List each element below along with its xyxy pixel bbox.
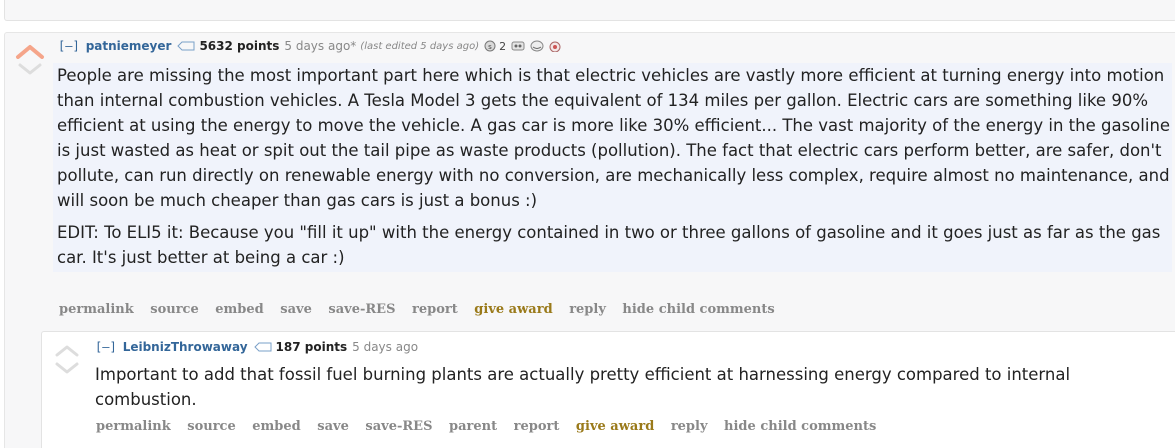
silver-award-icon[interactable]: s — [484, 40, 496, 52]
comment-tagline: [–] patniemeyer 5632 points 5 days ago* … — [58, 39, 565, 53]
comment-paragraph: Important to add that fossil fuel burnin… — [95, 365, 1071, 409]
upvote-arrow-icon[interactable] — [15, 43, 45, 59]
permalink-link[interactable]: permalink — [59, 302, 134, 317]
comment-leibnizthrowaway: [–] LeibnizThrowaway 187 points 5 days a… — [41, 331, 1175, 448]
author-link[interactable]: LeibnizThrowaway — [123, 340, 248, 354]
award-icon-3[interactable] — [548, 40, 562, 52]
save-link[interactable]: save — [317, 419, 349, 434]
vote-arrows — [52, 342, 82, 378]
award-icon[interactable] — [510, 40, 526, 52]
save-res-link[interactable]: save-RES — [328, 302, 395, 317]
reply-link[interactable]: reply — [569, 302, 606, 317]
upvote-arrow-icon[interactable] — [52, 342, 82, 358]
permalink-link[interactable]: permalink — [96, 419, 171, 434]
comment-paragraph: People are missing the most important pa… — [57, 66, 1171, 210]
user-tag-icon[interactable] — [253, 342, 272, 352]
collapse-toggle[interactable]: [–] — [58, 39, 80, 53]
score: 187 points — [275, 340, 348, 354]
svg-text:s: s — [488, 43, 492, 51]
downvote-arrow-icon[interactable] — [52, 360, 82, 376]
comment-body: People are missing the most important pa… — [53, 63, 1172, 272]
give-award-link[interactable]: give award — [474, 302, 552, 317]
previous-comment-edge — [4, 0, 1175, 21]
embed-link[interactable]: embed — [252, 419, 300, 434]
edited-note: (last edited 5 days ago) — [360, 40, 480, 52]
parent-link[interactable]: parent — [449, 419, 497, 434]
save-link[interactable]: save — [280, 302, 312, 317]
collapse-toggle[interactable]: [–] — [95, 340, 117, 354]
downvote-arrow-icon[interactable] — [15, 61, 45, 77]
award-count: 2 — [499, 39, 507, 53]
comment-body: Important to add that fossil fuel burnin… — [95, 362, 1165, 412]
hide-child-comments-link[interactable]: hide child comments — [724, 419, 876, 434]
comment-actions: permalink source embed save save-RES rep… — [59, 302, 787, 317]
timestamp: 5 days ago* — [284, 39, 357, 53]
source-link[interactable]: source — [187, 419, 235, 434]
author-link[interactable]: patniemeyer — [86, 39, 172, 53]
save-res-link[interactable]: save-RES — [365, 419, 432, 434]
report-link[interactable]: report — [412, 302, 458, 317]
give-award-link[interactable]: give award — [576, 419, 654, 434]
score: 5632 points — [199, 39, 280, 53]
vote-arrows — [15, 43, 45, 79]
embed-link[interactable]: embed — [215, 302, 263, 317]
report-link[interactable]: report — [514, 419, 560, 434]
comment-paragraph: EDIT: To ELI5 it: Because you "fill it u… — [57, 223, 1161, 267]
award-icon-2[interactable] — [529, 40, 545, 52]
comment-tagline: [–] LeibnizThrowaway 187 points 5 days a… — [95, 340, 422, 354]
timestamp: 5 days ago — [352, 340, 419, 354]
hide-child-comments-link[interactable]: hide child comments — [622, 302, 774, 317]
source-link[interactable]: source — [150, 302, 198, 317]
comment-actions: permalink source embed save save-RES par… — [96, 419, 888, 434]
reply-link[interactable]: reply — [671, 419, 708, 434]
user-tag-icon[interactable] — [177, 41, 195, 51]
